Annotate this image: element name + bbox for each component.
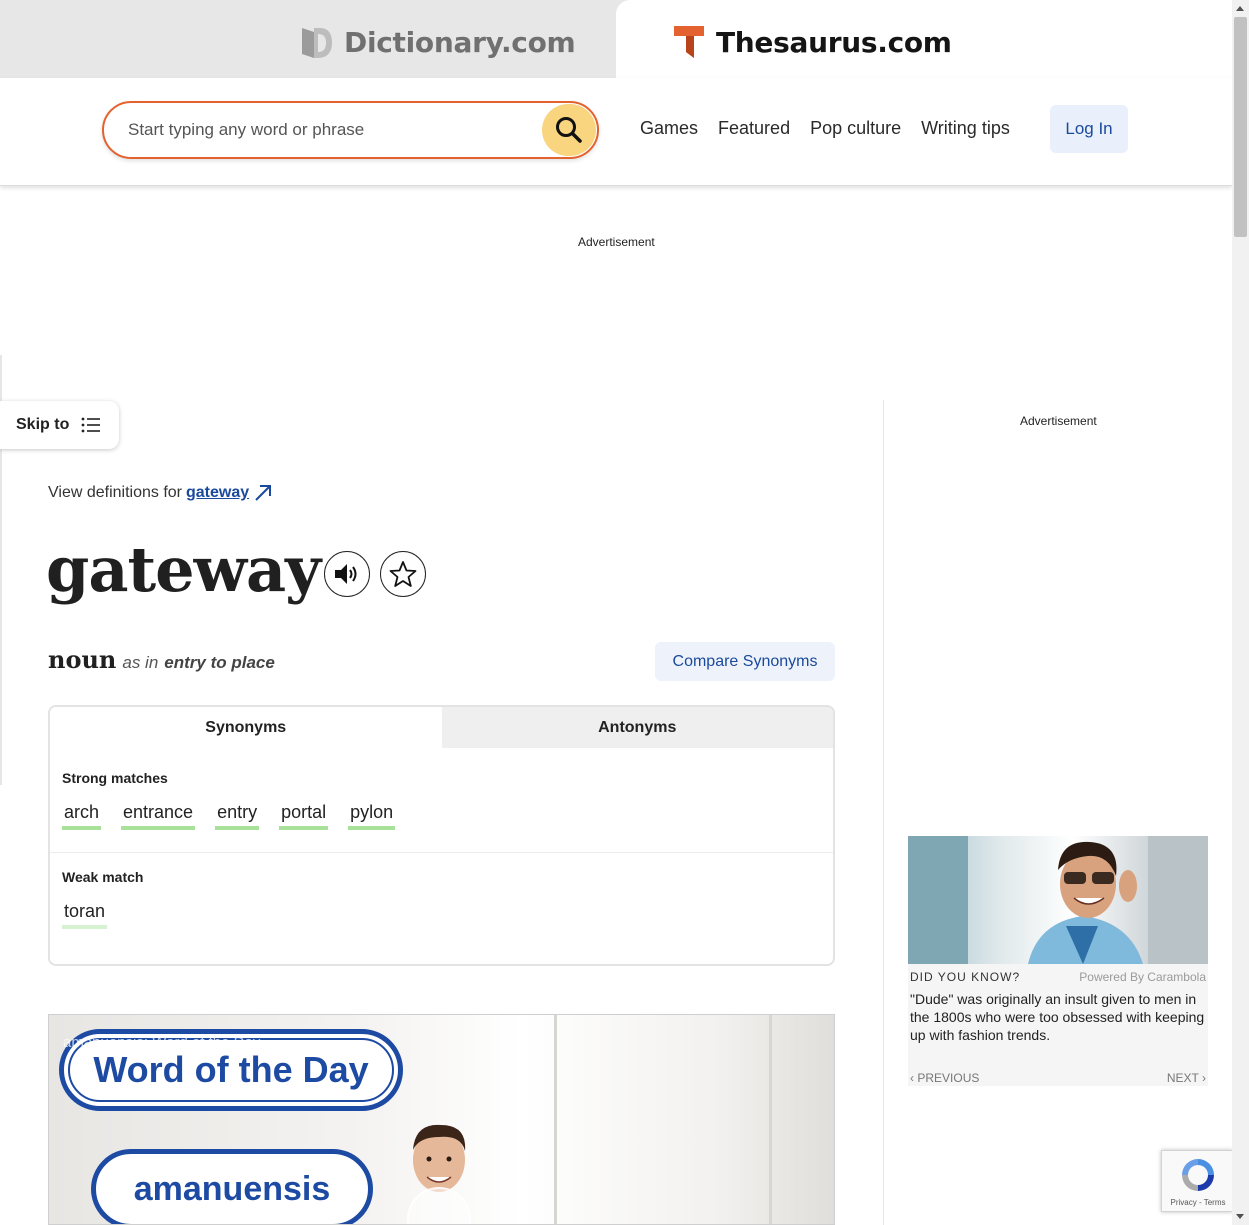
list-icon	[81, 417, 101, 433]
did-you-know-image	[908, 836, 1208, 964]
pronunciation-button[interactable]	[324, 551, 370, 597]
synonym-word[interactable]: entrance	[121, 802, 196, 830]
main-nav: Games Featured Pop culture Writing tips	[640, 118, 1010, 139]
tab-antonyms[interactable]: Antonyms	[441, 707, 833, 748]
dictionary-brand: Dictionary.com	[344, 25, 576, 59]
strong-matches-title: Strong matches	[62, 770, 168, 786]
weak-match-title: Weak match	[62, 869, 144, 885]
previous-label: PREVIOUS	[917, 1071, 980, 1085]
featured-word-badge: amanuensis	[91, 1149, 373, 1224]
weak-match-list: toran	[62, 901, 821, 929]
scrollbar-thumb[interactable]	[1234, 17, 1247, 237]
synonym-word[interactable]: arch	[62, 802, 102, 830]
search-box	[102, 101, 599, 159]
speaker-icon	[335, 564, 357, 584]
header: Games Featured Pop culture Writing tips …	[0, 78, 1232, 186]
search-icon	[556, 117, 582, 143]
synonym-word[interactable]: pylon	[348, 802, 396, 830]
powered-by-label: Powered By Carambola	[1079, 970, 1206, 984]
wall-panel-line	[554, 1015, 557, 1224]
search-input[interactable]	[128, 115, 528, 145]
scroll-down-arrow-icon[interactable]	[1236, 1214, 1244, 1219]
search-button[interactable]	[542, 104, 596, 156]
strong-matches-list: arch entrance entry portal pylon	[62, 802, 821, 830]
video-title: amanuensis: Word of the Day	[63, 1034, 261, 1051]
favorite-button[interactable]	[380, 551, 426, 597]
synonym-word[interactable]: entry	[215, 802, 260, 830]
dictionary-tab[interactable]: Dictionary.com	[300, 22, 576, 62]
sense-label: entry to place	[164, 653, 275, 672]
synonym-word[interactable]: portal	[279, 802, 329, 830]
scroll-up-arrow-icon[interactable]	[1236, 6, 1244, 11]
sidebar-divider	[883, 400, 884, 1225]
thesaurus-logo-icon	[674, 26, 704, 58]
recaptcha-icon	[1182, 1159, 1214, 1191]
view-definitions-prefix: View definitions for	[48, 484, 182, 501]
nav-games[interactable]: Games	[640, 118, 698, 139]
top-ad-label: Advertisement	[578, 235, 655, 249]
compare-synonyms-button[interactable]: Compare Synonyms	[655, 642, 835, 681]
nav-featured[interactable]: Featured	[718, 118, 790, 139]
tab-synonyms[interactable]: Synonyms	[50, 707, 442, 748]
dictionary-logo-icon	[302, 28, 332, 58]
skip-to-label: Skip to	[16, 416, 70, 433]
did-you-know-photo	[908, 836, 1208, 964]
next-label: NEXT	[1166, 1071, 1199, 1085]
as-in-label: as in	[122, 653, 159, 672]
did-you-know-widget: DID YOU KNOW? Powered By Carambola "Dude…	[908, 836, 1208, 1086]
star-icon	[389, 561, 417, 587]
recaptcha-label: Privacy - Terms	[1170, 1198, 1226, 1207]
chevron-right-icon: ›	[1198, 1071, 1206, 1085]
recaptcha-badge[interactable]: Privacy - Terms	[1161, 1150, 1233, 1212]
next-fact-button[interactable]: NEXT ›	[1167, 1071, 1206, 1085]
did-you-know-fact: "Dude" was originally an insult given to…	[910, 991, 1205, 1043]
view-definitions: View definitions for gateway	[48, 483, 273, 503]
previous-fact-button[interactable]: ‹ PREVIOUS	[910, 1071, 979, 1085]
view-definitions-link[interactable]: gateway	[186, 484, 249, 502]
sense-line: noun as in entry to place	[48, 645, 275, 674]
login-button[interactable]: Log In	[1050, 105, 1128, 153]
wall-panel-line	[769, 1015, 772, 1224]
synonym-tabs: Synonyms Antonyms	[50, 707, 833, 748]
video-player[interactable]: Word of the Day amanuensis: Word of the …	[48, 1014, 835, 1225]
site-tabs: Dictionary.com Thesaurus.com	[0, 0, 1232, 78]
page-scrollbar[interactable]	[1232, 0, 1249, 1225]
weak-match-section: Weak match toran	[50, 853, 833, 929]
side-ad-label: Advertisement	[1020, 414, 1097, 428]
synonyms-card: Synonyms Antonyms Strong matches arch en…	[48, 705, 835, 966]
nav-pop-culture[interactable]: Pop culture	[810, 118, 901, 139]
strong-matches-section: Strong matches arch entrance entry porta…	[50, 748, 833, 830]
nav-writing-tips[interactable]: Writing tips	[921, 118, 1010, 139]
synonym-word[interactable]: toran	[62, 901, 108, 929]
thesaurus-tab[interactable]: Thesaurus.com	[616, 0, 1232, 78]
part-of-speech: noun	[48, 645, 117, 674]
external-arrow-icon[interactable]	[253, 483, 273, 503]
did-you-know-label: DID YOU KNOW?	[910, 970, 1021, 984]
skip-to-button[interactable]: Skip to	[0, 401, 119, 449]
thesaurus-brand: Thesaurus.com	[716, 25, 952, 59]
headword: gateway	[46, 533, 321, 606]
